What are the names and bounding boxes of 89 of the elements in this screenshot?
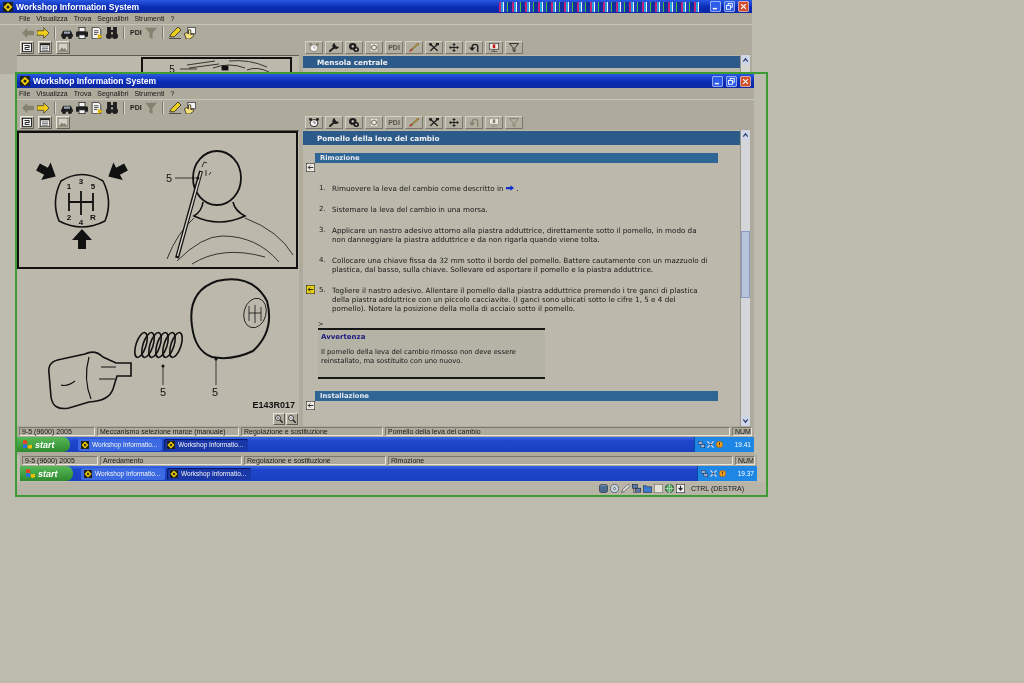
restore-button[interactable] bbox=[726, 75, 737, 87]
leader-line bbox=[214, 357, 218, 386]
pencil-icon[interactable] bbox=[168, 26, 181, 39]
app-logo-icon bbox=[84, 469, 92, 478]
printer-icon[interactable] bbox=[76, 26, 88, 39]
figure-code: E143R017 bbox=[252, 400, 295, 410]
alert-circle-icon[interactable] bbox=[716, 441, 723, 448]
app-logo-icon bbox=[167, 440, 175, 449]
globe-icon[interactable] bbox=[664, 484, 674, 493]
close-button[interactable] bbox=[738, 1, 749, 12]
zoom-in-icon bbox=[275, 415, 283, 423]
document-icon[interactable] bbox=[91, 26, 103, 39]
binoculars-icon[interactable] bbox=[106, 101, 118, 114]
windows-flag-icon bbox=[26, 469, 35, 478]
exit-arrow-icon[interactable] bbox=[306, 401, 315, 410]
minimize-icon bbox=[712, 75, 723, 87]
monitors-icon[interactable] bbox=[698, 441, 705, 448]
gear-number: 5 bbox=[90, 182, 96, 191]
press-arrow bbox=[36, 162, 56, 181]
restore-icon bbox=[724, 1, 735, 12]
leader-line bbox=[161, 364, 165, 386]
scroll-down-button[interactable] bbox=[741, 416, 750, 426]
press-arrow bbox=[108, 162, 128, 181]
scroll-up-button[interactable] bbox=[741, 55, 750, 65]
app-logo-icon bbox=[20, 76, 30, 86]
view-tab[interactable] bbox=[425, 116, 443, 129]
link-arrow-icon[interactable] bbox=[505, 185, 514, 191]
square-icon[interactable] bbox=[653, 484, 663, 493]
window-title: Workshop Information System bbox=[16, 1, 140, 12]
down-arrow-icon[interactable] bbox=[675, 484, 685, 493]
app-logo-icon bbox=[3, 1, 13, 12]
scrollbar-thumb[interactable] bbox=[741, 231, 750, 298]
leader-line bbox=[174, 176, 200, 180]
spring-drawing bbox=[134, 331, 183, 359]
monitors-icon[interactable] bbox=[701, 470, 708, 477]
hand-icon[interactable] bbox=[183, 101, 196, 114]
pencil-icon[interactable] bbox=[168, 101, 181, 114]
view-tab[interactable] bbox=[425, 41, 443, 54]
minimize-button[interactable] bbox=[710, 1, 721, 12]
view-tab[interactable] bbox=[445, 41, 463, 54]
view-tab[interactable] bbox=[465, 41, 483, 54]
monitors-icon[interactable] bbox=[631, 484, 641, 493]
minimize-button[interactable] bbox=[712, 75, 723, 87]
app-logo-icon bbox=[81, 440, 89, 449]
app-logo-icon bbox=[170, 469, 178, 478]
binoculars-icon[interactable] bbox=[106, 26, 118, 39]
restore-button[interactable] bbox=[724, 1, 735, 12]
minimize-icon bbox=[710, 1, 721, 12]
satellite-icon[interactable] bbox=[710, 470, 717, 477]
hand-icon[interactable] bbox=[183, 26, 196, 39]
callout-number: 5 bbox=[159, 386, 167, 398]
note-marker-icon[interactable] bbox=[306, 285, 315, 294]
exit-arrow-icon[interactable] bbox=[306, 163, 315, 172]
right-arrow-icon[interactable] bbox=[37, 101, 49, 114]
right-arrow-icon[interactable] bbox=[37, 26, 49, 39]
shift-pattern-drawing bbox=[54, 173, 110, 228]
view-tab[interactable] bbox=[325, 41, 343, 54]
restore-icon bbox=[726, 75, 737, 87]
close-icon bbox=[738, 1, 749, 12]
zoom-out-icon bbox=[288, 415, 296, 423]
view-tab[interactable] bbox=[325, 116, 343, 129]
view-tab[interactable] bbox=[345, 116, 363, 129]
view-tab[interactable] bbox=[505, 41, 523, 54]
close-button[interactable] bbox=[740, 75, 751, 87]
gear-number: 1 bbox=[66, 182, 72, 191]
window-title: Workshop Information System bbox=[33, 76, 157, 86]
satellite-icon[interactable] bbox=[707, 441, 714, 448]
close-icon bbox=[740, 75, 751, 87]
zoom-out-button[interactable] bbox=[286, 413, 298, 425]
callout-number: 5 bbox=[211, 386, 219, 398]
zoom-in-button[interactable] bbox=[273, 413, 285, 425]
chevron-up-icon bbox=[741, 55, 750, 65]
printer-icon[interactable] bbox=[76, 101, 88, 114]
folder-icon[interactable] bbox=[642, 484, 652, 493]
gear-number: 2 bbox=[66, 213, 72, 222]
pencil-icon[interactable] bbox=[620, 484, 630, 493]
windows-flag-icon bbox=[23, 440, 32, 449]
gear-number: R bbox=[90, 213, 96, 222]
alert-circle-icon[interactable] bbox=[719, 470, 726, 477]
view-tab[interactable] bbox=[345, 41, 363, 54]
view-tab[interactable] bbox=[445, 116, 463, 129]
gear-number: 3 bbox=[78, 177, 84, 186]
disc-icon[interactable] bbox=[609, 484, 619, 493]
scroll-up-button[interactable] bbox=[741, 130, 750, 140]
gear-number: 4 bbox=[78, 218, 84, 227]
view-tab[interactable] bbox=[305, 116, 323, 129]
press-arrow bbox=[72, 229, 92, 249]
callout-number: 5 bbox=[165, 172, 173, 184]
document-icon[interactable] bbox=[91, 101, 103, 114]
